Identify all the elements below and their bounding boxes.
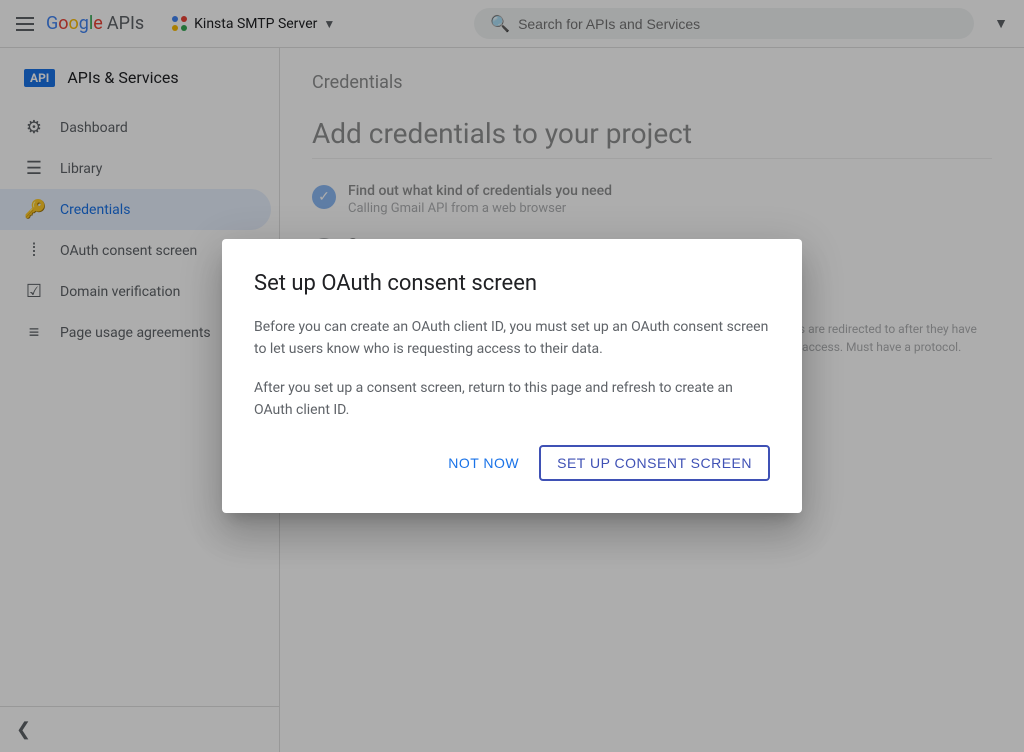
modal-title: Set up OAuth consent screen (254, 271, 770, 296)
modal-body-paragraph-2: After you set up a consent screen, retur… (254, 377, 770, 422)
modal-body: Before you can create an OAuth client ID… (254, 316, 770, 422)
oauth-consent-modal: Set up OAuth consent screen Before you c… (222, 239, 802, 514)
setup-consent-screen-button[interactable]: SET UP CONSENT SCREEN (539, 445, 770, 481)
not-now-button[interactable]: NOT NOW (436, 445, 531, 481)
modal-body-paragraph-1: Before you can create an OAuth client ID… (254, 316, 770, 361)
modal-actions: NOT NOW SET UP CONSENT SCREEN (254, 445, 770, 481)
modal-overlay: Set up OAuth consent screen Before you c… (0, 0, 1024, 752)
